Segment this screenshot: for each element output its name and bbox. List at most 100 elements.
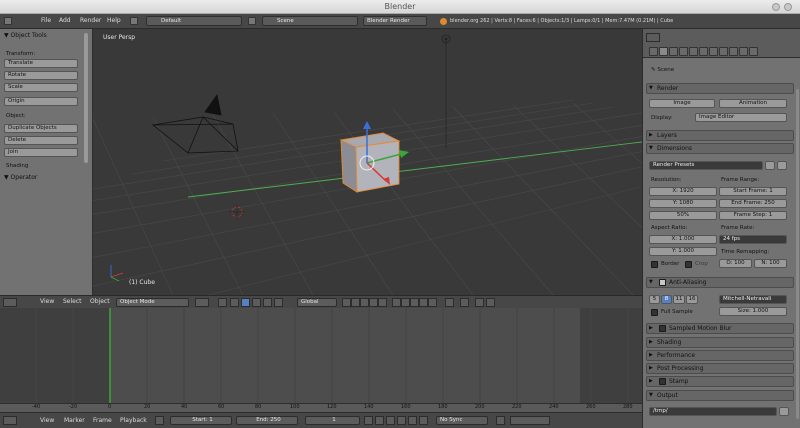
manipulator-toggle-icon[interactable] [230,298,239,307]
object-tab-icon[interactable] [679,47,688,56]
render-tab-icon[interactable] [649,47,658,56]
scale-button[interactable]: Scale [4,83,78,92]
aa-filter-select[interactable]: Mitchell-Netravali [719,295,787,304]
start-frame-field[interactable]: Start: 1 [170,416,232,425]
layer-7-button[interactable] [401,298,410,307]
origin-button[interactable]: Origin [4,97,78,106]
timeline-menu-frame[interactable]: Frame [93,417,112,424]
rotate-manipulator-icon[interactable] [252,298,261,307]
scale-manipulator-icon[interactable] [263,298,272,307]
menu-object[interactable]: Object [90,298,110,305]
aa-samples-8[interactable]: 8 [661,295,672,304]
render-engine-select[interactable]: Blender Render [363,16,427,26]
layer-6-button[interactable] [392,298,401,307]
layer-1-button[interactable] [342,298,351,307]
layer-3-button[interactable] [360,298,369,307]
opengl-anim-icon[interactable] [486,298,495,307]
post-processing-section-header[interactable]: Post Processing [646,363,794,374]
close-button[interactable] [784,3,792,11]
aspect-y-field[interactable]: Y: 1.000 [649,247,717,256]
layer-8-button[interactable] [410,298,419,307]
render-image-button[interactable]: Image [649,99,715,108]
layer-10-button[interactable] [428,298,437,307]
delete-button[interactable]: Delete [4,136,78,145]
particles-tab-icon[interactable] [739,47,748,56]
menu-file[interactable]: File [41,17,51,24]
play-icon[interactable] [397,416,406,425]
screen-layout-icon[interactable] [130,17,138,25]
modifiers-tab-icon[interactable] [699,47,708,56]
output-section-header[interactable]: Output [646,390,794,401]
snap-element-icon[interactable] [460,298,469,307]
remove-preset-button[interactable] [777,161,787,170]
resolution-x-field[interactable]: X: 1920 [649,187,717,196]
data-tab-icon[interactable] [709,47,718,56]
layer-5-button[interactable] [378,298,387,307]
layers-section-header[interactable]: Layers [646,130,794,141]
menu-select[interactable]: Select [63,298,82,305]
duplicate-objects-button[interactable]: Duplicate Objects [4,124,78,133]
shading-label[interactable]: Shading [6,163,28,169]
menu-view[interactable]: View [40,298,54,305]
lock-layers-icon[interactable] [445,298,454,307]
constraints-tab-icon[interactable] [689,47,698,56]
aa-samples-11[interactable]: 11 [673,295,685,304]
stamp-checkbox[interactable] [659,378,666,385]
shading-section-header[interactable]: Shading [646,337,794,348]
antialiasing-checkbox[interactable] [659,279,666,286]
properties-scrollbar[interactable] [796,89,799,419]
frame-rate-select[interactable]: 24 fps [719,235,787,244]
layer-4-button[interactable] [369,298,378,307]
full-sample-checkbox[interactable] [651,309,658,316]
timeline-menu-playback[interactable]: Playback [120,417,147,424]
start-frame-field[interactable]: Start Frame: 1 [719,187,787,196]
menu-add[interactable]: Add [59,17,71,24]
jump-end-icon[interactable] [419,416,428,425]
object-tools-header[interactable]: ▼ Object Tools [4,32,47,39]
render-presets-select[interactable]: Render Presets [649,161,763,170]
aa-samples-5[interactable]: 5 [649,295,660,304]
current-frame-field[interactable]: 1 [305,416,360,425]
snap-icon[interactable] [274,298,283,307]
menu-help[interactable]: Help [107,17,121,24]
menu-render[interactable]: Render [80,17,101,24]
toolshelf-scrollbar[interactable] [84,33,88,163]
editor-type-icon[interactable] [4,17,12,25]
layer-2-button[interactable] [351,298,360,307]
aa-size-field[interactable]: Size: 1.000 [719,307,787,316]
border-checkbox[interactable] [651,261,658,268]
timeline-area[interactable] [0,308,642,411]
screen-layout-select[interactable]: Default [146,16,242,26]
scene-tab-icon[interactable] [659,47,668,56]
opengl-render-icon[interactable] [475,298,484,307]
end-frame-field[interactable]: End: 250 [236,416,298,425]
operator-header[interactable]: ▼ Operator [4,174,37,181]
physics-tab-icon[interactable] [749,47,758,56]
translate-button[interactable]: Translate [4,59,78,68]
end-frame-field[interactable]: End Frame: 250 [719,199,787,208]
timeline-ruler[interactable]: -40 -20 0 20 40 60 80 100 120 140 160 18… [0,403,642,412]
rotate-button[interactable]: Rotate [4,71,78,80]
motion-blur-section-header[interactable]: Sampled Motion Blur [646,323,794,334]
dimensions-section-header[interactable]: Dimensions [646,143,794,154]
time-remap-new-field[interactable]: N: 100 [754,259,787,268]
timeline-menu-view[interactable]: View [40,417,54,424]
motion-blur-checkbox[interactable] [659,325,666,332]
render-animation-button[interactable]: Animation [719,99,787,108]
resolution-y-field[interactable]: Y: 1080 [649,199,717,208]
timeline-editor-type-button[interactable] [3,416,17,425]
resolution-percent-slider[interactable]: 50% [649,211,717,220]
timeline-menu-marker[interactable]: Marker [64,417,85,424]
scene-icon[interactable] [248,17,256,25]
minimize-button[interactable] [772,3,780,11]
prev-keyframe-icon[interactable] [375,416,384,425]
antialiasing-section-header[interactable]: Anti-Aliasing [646,277,794,288]
viewport-shading-button[interactable] [195,298,209,307]
aa-samples-16[interactable]: 16 [686,295,698,304]
properties-editor-type-button[interactable] [646,33,660,42]
keying-set-select[interactable] [510,416,550,425]
pivot-point-button[interactable] [218,298,227,307]
aspect-x-field[interactable]: X: 1.000 [649,235,717,244]
3d-viewport[interactable]: User Persp (1) Cube [93,29,642,295]
translate-manipulator-icon[interactable] [241,298,250,307]
